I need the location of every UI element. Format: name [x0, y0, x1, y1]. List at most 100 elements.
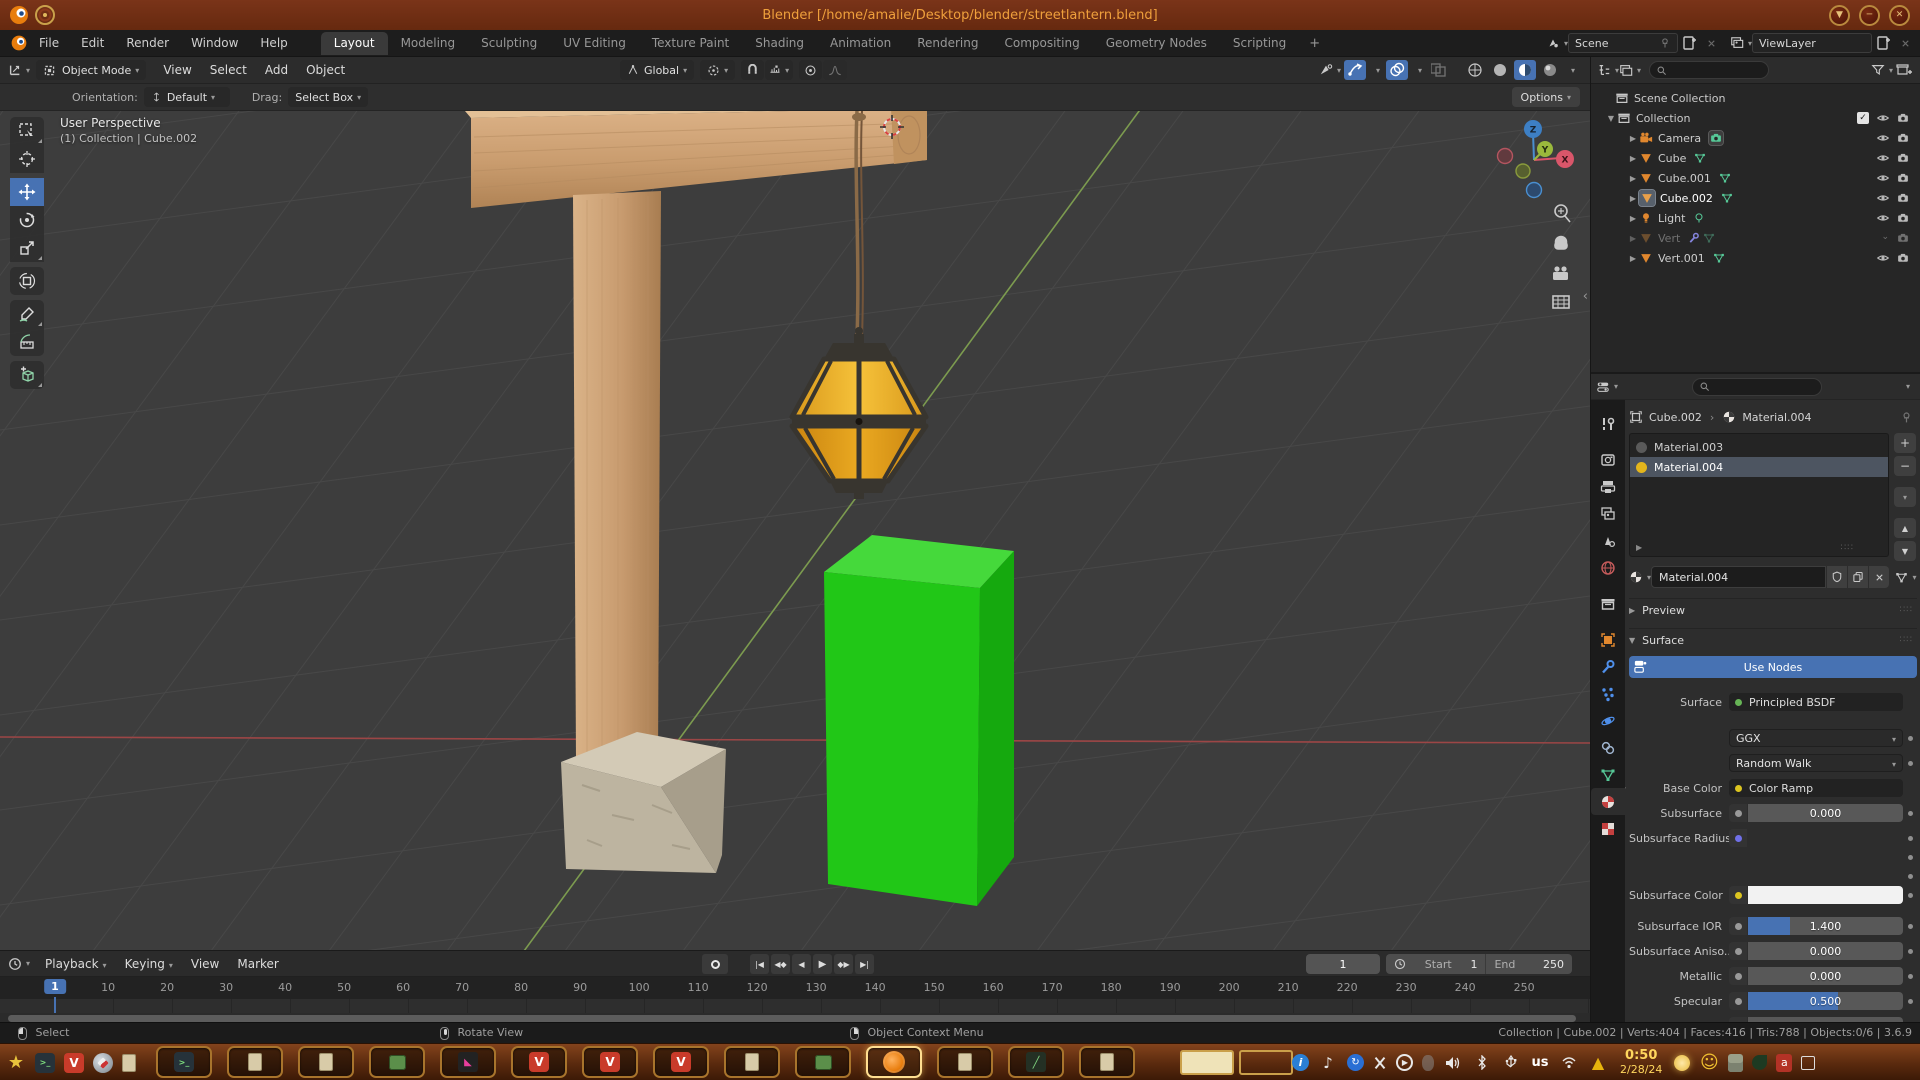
hide-eye-icon[interactable]: [1877, 152, 1889, 164]
start-frame-field[interactable]: Start 1: [1386, 954, 1487, 974]
animate-dot[interactable]: [1903, 729, 1917, 741]
socket-button[interactable]: [1729, 942, 1747, 960]
disable-render-icon[interactable]: [1897, 152, 1909, 164]
ruler-mark[interactable]: 20: [160, 981, 174, 994]
package-icon[interactable]: [388, 1054, 406, 1070]
vlc-icon[interactable]: [64, 1052, 84, 1073]
material-name-field[interactable]: Material.004: [1651, 566, 1826, 588]
play-button[interactable]: ▶: [813, 954, 832, 974]
shading-dropdown[interactable]: [1564, 60, 1578, 80]
outliner-row-vert-001[interactable]: ▶ Vert.001: [1591, 248, 1920, 268]
menu-select[interactable]: Select: [201, 63, 256, 77]
file-icon[interactable]: [958, 1053, 972, 1071]
properties-search[interactable]: [1691, 377, 1822, 396]
file-dock-button[interactable]: [227, 1046, 283, 1078]
ruler-mark[interactable]: 70: [455, 981, 469, 994]
xray-toggle[interactable]: [1428, 60, 1450, 80]
tab-world[interactable]: [1591, 554, 1625, 581]
outliner-row-cube[interactable]: ▶ Cube: [1591, 148, 1920, 168]
hide-eye-icon[interactable]: [1877, 212, 1889, 224]
animate-dot[interactable]: [1903, 754, 1917, 766]
lantern[interactable]: [789, 327, 929, 499]
base-color-node-field[interactable]: Color Ramp: [1729, 779, 1903, 797]
smiley-icon[interactable]: [1699, 1053, 1719, 1073]
cut-icon[interactable]: [1373, 1056, 1387, 1070]
ruler-mark[interactable]: 50: [337, 981, 351, 994]
hide-eye-icon[interactable]: [1877, 112, 1889, 124]
menu-window[interactable]: Window: [180, 36, 249, 50]
jump-to-start-button[interactable]: |◀: [750, 954, 769, 974]
hide-eye-icon[interactable]: [1877, 132, 1889, 144]
active-blender-dock-button[interactable]: [866, 1046, 922, 1078]
material-filter-icon[interactable]: [1895, 567, 1917, 587]
scene-pin-icon[interactable]: [1659, 37, 1671, 49]
timeline-menu-view[interactable]: View: [182, 957, 228, 971]
expand-arrow-icon[interactable]: ▶: [1627, 194, 1639, 203]
sidebar-collapse-arrow[interactable]: ‹: [1583, 289, 1588, 304]
unlink-scene-button[interactable]: [1700, 33, 1722, 53]
tab-modifiers[interactable]: [1591, 653, 1625, 680]
package-dock-button[interactable]: [795, 1046, 851, 1078]
outliner-row-scene-collection[interactable]: Scene Collection: [1591, 88, 1920, 108]
metallic-slider[interactable]: 0.000: [1748, 967, 1903, 985]
tab-sculpting[interactable]: Sculpting: [468, 32, 550, 55]
hide-eye-icon[interactable]: [1877, 252, 1889, 264]
tab-material[interactable]: [1591, 788, 1625, 815]
file-icon[interactable]: [248, 1053, 262, 1071]
subsurface-method-dropdown[interactable]: Random Walk: [1729, 754, 1903, 772]
tab-collection[interactable]: [1591, 590, 1625, 617]
playhead[interactable]: [54, 997, 56, 1013]
desktop-icon[interactable]: [1801, 1055, 1816, 1070]
menu-view[interactable]: View: [154, 63, 200, 77]
light-data-icon[interactable]: [1693, 212, 1705, 224]
tab-constraints[interactable]: [1591, 734, 1625, 761]
scene-name-field[interactable]: Scene: [1568, 33, 1678, 53]
distribution-dropdown[interactable]: GGX: [1729, 729, 1903, 747]
new-collection-button[interactable]: [1893, 60, 1915, 80]
gizmos-toggle[interactable]: [1344, 60, 1366, 80]
tab-rendering[interactable]: Rendering: [904, 32, 991, 55]
expand-arrow-icon[interactable]: ▶: [1627, 254, 1639, 263]
remove-view-layer-button[interactable]: [1894, 33, 1916, 53]
scene-browse-icon[interactable]: [1546, 33, 1568, 53]
outliner-filter-restriction-button[interactable]: [1619, 60, 1641, 80]
move-slot-down-button[interactable]: ▼: [1894, 541, 1916, 561]
tool-scale[interactable]: [10, 234, 44, 262]
socket-button[interactable]: [1729, 917, 1747, 935]
menu-object[interactable]: Object: [297, 63, 354, 77]
view-layer-name-field[interactable]: ViewLayer: [1752, 33, 1872, 53]
eye-closed-icon[interactable]: ⌄: [1881, 232, 1889, 244]
material-specials-button[interactable]: ▾: [1894, 487, 1916, 507]
use-nodes-button[interactable]: Use Nodes: [1629, 656, 1917, 678]
ruler-mark[interactable]: 160: [983, 981, 1004, 994]
tool-select-box[interactable]: [10, 117, 44, 145]
tab-shading[interactable]: Shading: [742, 32, 817, 55]
timeline-menu-marker[interactable]: Marker: [228, 957, 287, 971]
ruler-mark[interactable]: 250: [1514, 981, 1535, 994]
unlink-material-button[interactable]: [1868, 566, 1889, 588]
pan-view-icon[interactable]: [1554, 235, 1568, 250]
disable-render-icon[interactable]: [1897, 252, 1909, 264]
pen-dock-button[interactable]: [1008, 1046, 1064, 1078]
animate-dot[interactable]: [1903, 942, 1917, 954]
auto-keying-button[interactable]: [702, 954, 728, 974]
vlc-dock-button[interactable]: [511, 1046, 567, 1078]
breadcrumb-object[interactable]: Cube.002: [1649, 411, 1702, 424]
ruler-mark[interactable]: 230: [1396, 981, 1417, 994]
mesh-data-icon[interactable]: [1703, 232, 1715, 244]
bluetooth-icon[interactable]: [1472, 1053, 1492, 1073]
leaf-icon[interactable]: [1752, 1055, 1768, 1070]
usb-icon[interactable]: [1501, 1053, 1521, 1073]
material-slot-row-selected[interactable]: Material.004: [1630, 457, 1888, 477]
mesh-data-icon[interactable]: [1719, 172, 1731, 184]
stone-base[interactable]: [561, 732, 726, 873]
tab-object[interactable]: [1591, 626, 1625, 653]
expand-arrow-icon[interactable]: ▶: [1627, 134, 1639, 143]
vlc-icon[interactable]: [529, 1052, 549, 1072]
mode-dropdown[interactable]: Object Mode: [36, 60, 147, 80]
tab-layout[interactable]: Layout: [320, 31, 388, 55]
terminal-icon[interactable]: [174, 1052, 194, 1072]
tab-scene[interactable]: [1591, 527, 1625, 554]
disable-render-icon[interactable]: [1897, 172, 1909, 184]
outliner-search[interactable]: [1649, 61, 1769, 79]
